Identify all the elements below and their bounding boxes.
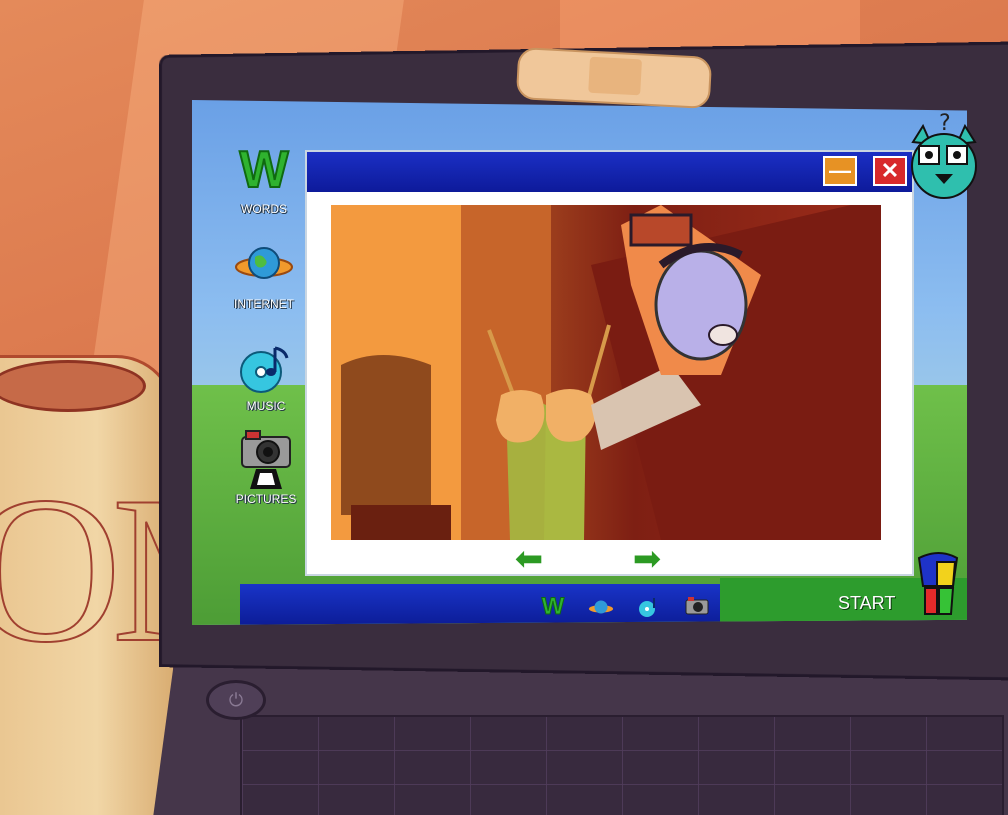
power-icon: ⏻: [228, 689, 244, 710]
taskbar-pictures-button[interactable]: [684, 594, 710, 620]
window-titlebar[interactable]: — ✕: [307, 152, 912, 192]
close-button[interactable]: ✕: [873, 156, 907, 186]
close-icon: ✕: [880, 158, 900, 183]
desktop-icon-music[interactable]: MUSIC: [226, 337, 306, 413]
start-area: START: [720, 552, 967, 625]
taskbar: W: [240, 584, 720, 625]
scene: OM ⏻ W WORDS INTERNET MUSIC PICTURES — ✕…: [0, 0, 1008, 815]
arrow-left-icon: ⬅: [514, 540, 544, 578]
music-disc-icon: [639, 598, 655, 617]
internet-planet-icon: [234, 235, 294, 295]
start-button[interactable]: START: [838, 593, 895, 614]
next-arrow-button[interactable]: ➡: [627, 542, 667, 576]
camera-icon: [236, 430, 296, 490]
desktop-icon-words[interactable]: W WORDS: [224, 140, 304, 216]
power-button[interactable]: ⏻: [206, 680, 266, 720]
desktop-icon-label: INTERNET: [234, 297, 294, 311]
bandage: [515, 46, 713, 110]
internet-planet-icon: [588, 600, 614, 614]
music-disc-icon: [236, 337, 296, 397]
desktop-icon-label: MUSIC: [246, 399, 286, 413]
photo-viewer-window: — ✕ ⬅ ➡: [305, 150, 914, 576]
desktop-icon-internet[interactable]: INTERNET: [224, 235, 304, 311]
arrow-right-icon: ➡: [632, 540, 662, 578]
camera-icon: [685, 597, 709, 615]
desktop-icon-pictures[interactable]: PICTURES: [226, 430, 306, 506]
start-logo-icon[interactable]: [915, 548, 961, 624]
cat-mascot-icon: ?: [905, 111, 983, 200]
words-w-icon: W: [541, 593, 565, 621]
keyboard[interactable]: [240, 715, 1004, 815]
previous-arrow-button[interactable]: ⬅: [509, 542, 549, 576]
words-w-icon: W: [238, 140, 289, 200]
minimize-icon: —: [829, 158, 851, 183]
taskbar-internet-button[interactable]: [588, 594, 614, 620]
desktop-icon-label: PICTURES: [235, 492, 297, 506]
photo-display: [331, 205, 881, 540]
taskbar-music-button[interactable]: [636, 594, 662, 620]
taskbar-words-button[interactable]: W: [540, 593, 566, 621]
photo-illustration: [331, 205, 881, 540]
desktop-icon-label: WORDS: [241, 202, 287, 216]
laptop-screen: W WORDS INTERNET MUSIC PICTURES — ✕ ⬅ ➡ …: [192, 100, 967, 625]
minimize-button[interactable]: —: [823, 156, 857, 186]
svg-text:?: ?: [939, 112, 951, 136]
